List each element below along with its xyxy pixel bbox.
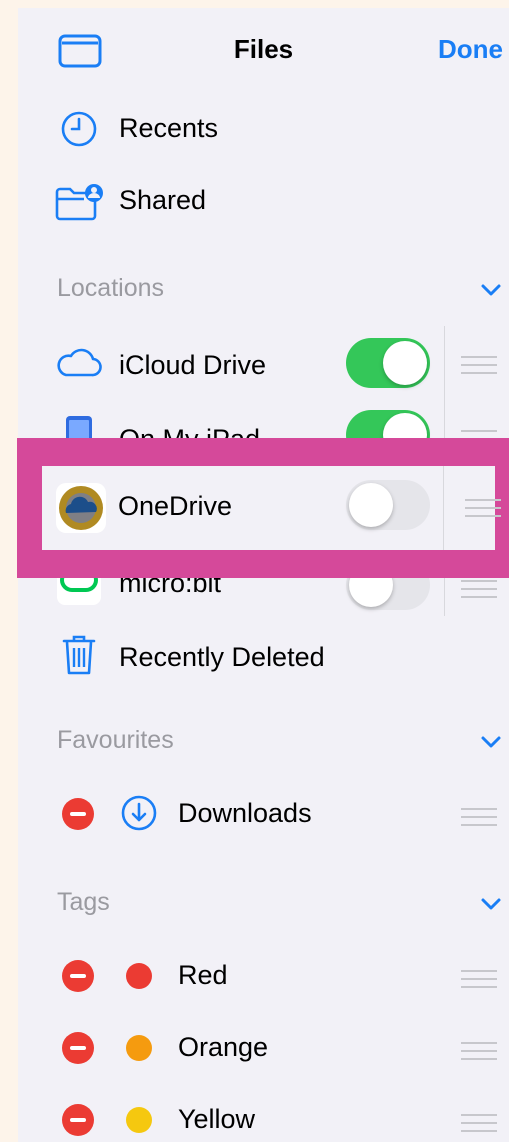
- remove-minus-icon[interactable]: [62, 1104, 94, 1136]
- sidebar-item-label: Shared: [119, 185, 207, 215]
- tag-row-red[interactable]: Red: [18, 954, 509, 998]
- location-label: iCloud Drive: [119, 350, 267, 380]
- icloud-drive-toggle[interactable]: [346, 338, 430, 388]
- trash-icon: [62, 634, 96, 676]
- tag-color-dot: [126, 1107, 152, 1133]
- cloud-icon: [54, 346, 102, 378]
- reorder-handle-icon[interactable]: [461, 808, 497, 826]
- chevron-down-icon: [481, 284, 501, 296]
- tag-label: Yellow: [178, 1104, 256, 1134]
- section-title: Tags: [57, 888, 110, 916]
- tag-color-dot: [126, 963, 152, 989]
- location-row-onedrive[interactable]: OneDrive: [42, 466, 501, 550]
- favourite-label: Downloads: [178, 798, 312, 828]
- divider: [443, 466, 444, 550]
- clock-icon: [60, 110, 98, 148]
- sidebar-item-label: Recents: [119, 113, 219, 143]
- reorder-handle-icon[interactable]: [461, 580, 497, 598]
- shared-folder-icon: [54, 182, 104, 222]
- sidebar-item-recently-deleted[interactable]: Recently Deleted: [18, 630, 509, 680]
- section-title: Favourites: [57, 726, 174, 754]
- remove-minus-icon[interactable]: [62, 960, 94, 992]
- onedrive-toggle[interactable]: [346, 480, 430, 530]
- section-header-favourites[interactable]: Favourites: [18, 724, 509, 758]
- section-title: Locations: [57, 274, 165, 302]
- location-label: OneDrive: [118, 491, 233, 521]
- location-row-icloud-drive[interactable]: iCloud Drive: [18, 336, 509, 388]
- tag-label: Red: [178, 960, 228, 990]
- highlight-frame: OneDrive: [17, 438, 509, 578]
- section-header-locations[interactable]: Locations: [18, 272, 509, 306]
- reorder-handle-icon[interactable]: [461, 356, 497, 374]
- reorder-handle-icon[interactable]: [461, 1114, 497, 1132]
- onedrive-icon: [56, 483, 106, 533]
- sidebar-item-shared[interactable]: Shared: [18, 180, 509, 224]
- tag-row-yellow[interactable]: Yellow: [18, 1098, 509, 1142]
- reorder-handle-icon[interactable]: [461, 1042, 497, 1060]
- done-button[interactable]: Done: [438, 34, 503, 65]
- chevron-down-icon: [481, 736, 501, 748]
- page-title: Files: [233, 34, 294, 64]
- download-icon: [120, 794, 158, 832]
- reorder-handle-icon[interactable]: [465, 499, 501, 517]
- section-header-tags[interactable]: Tags: [18, 886, 509, 920]
- remove-minus-icon[interactable]: [62, 1032, 94, 1064]
- favourite-row-downloads[interactable]: Downloads: [18, 792, 509, 836]
- reorder-handle-icon[interactable]: [461, 970, 497, 988]
- remove-minus-icon[interactable]: [62, 798, 94, 830]
- tag-row-orange[interactable]: Orange: [18, 1026, 509, 1070]
- sidebar-item-recents[interactable]: Recents: [18, 108, 509, 152]
- sidebar-item-label: Recently Deleted: [119, 642, 325, 672]
- tag-label: Orange: [178, 1032, 269, 1062]
- chevron-down-icon: [481, 898, 501, 910]
- tag-color-dot: [126, 1035, 152, 1061]
